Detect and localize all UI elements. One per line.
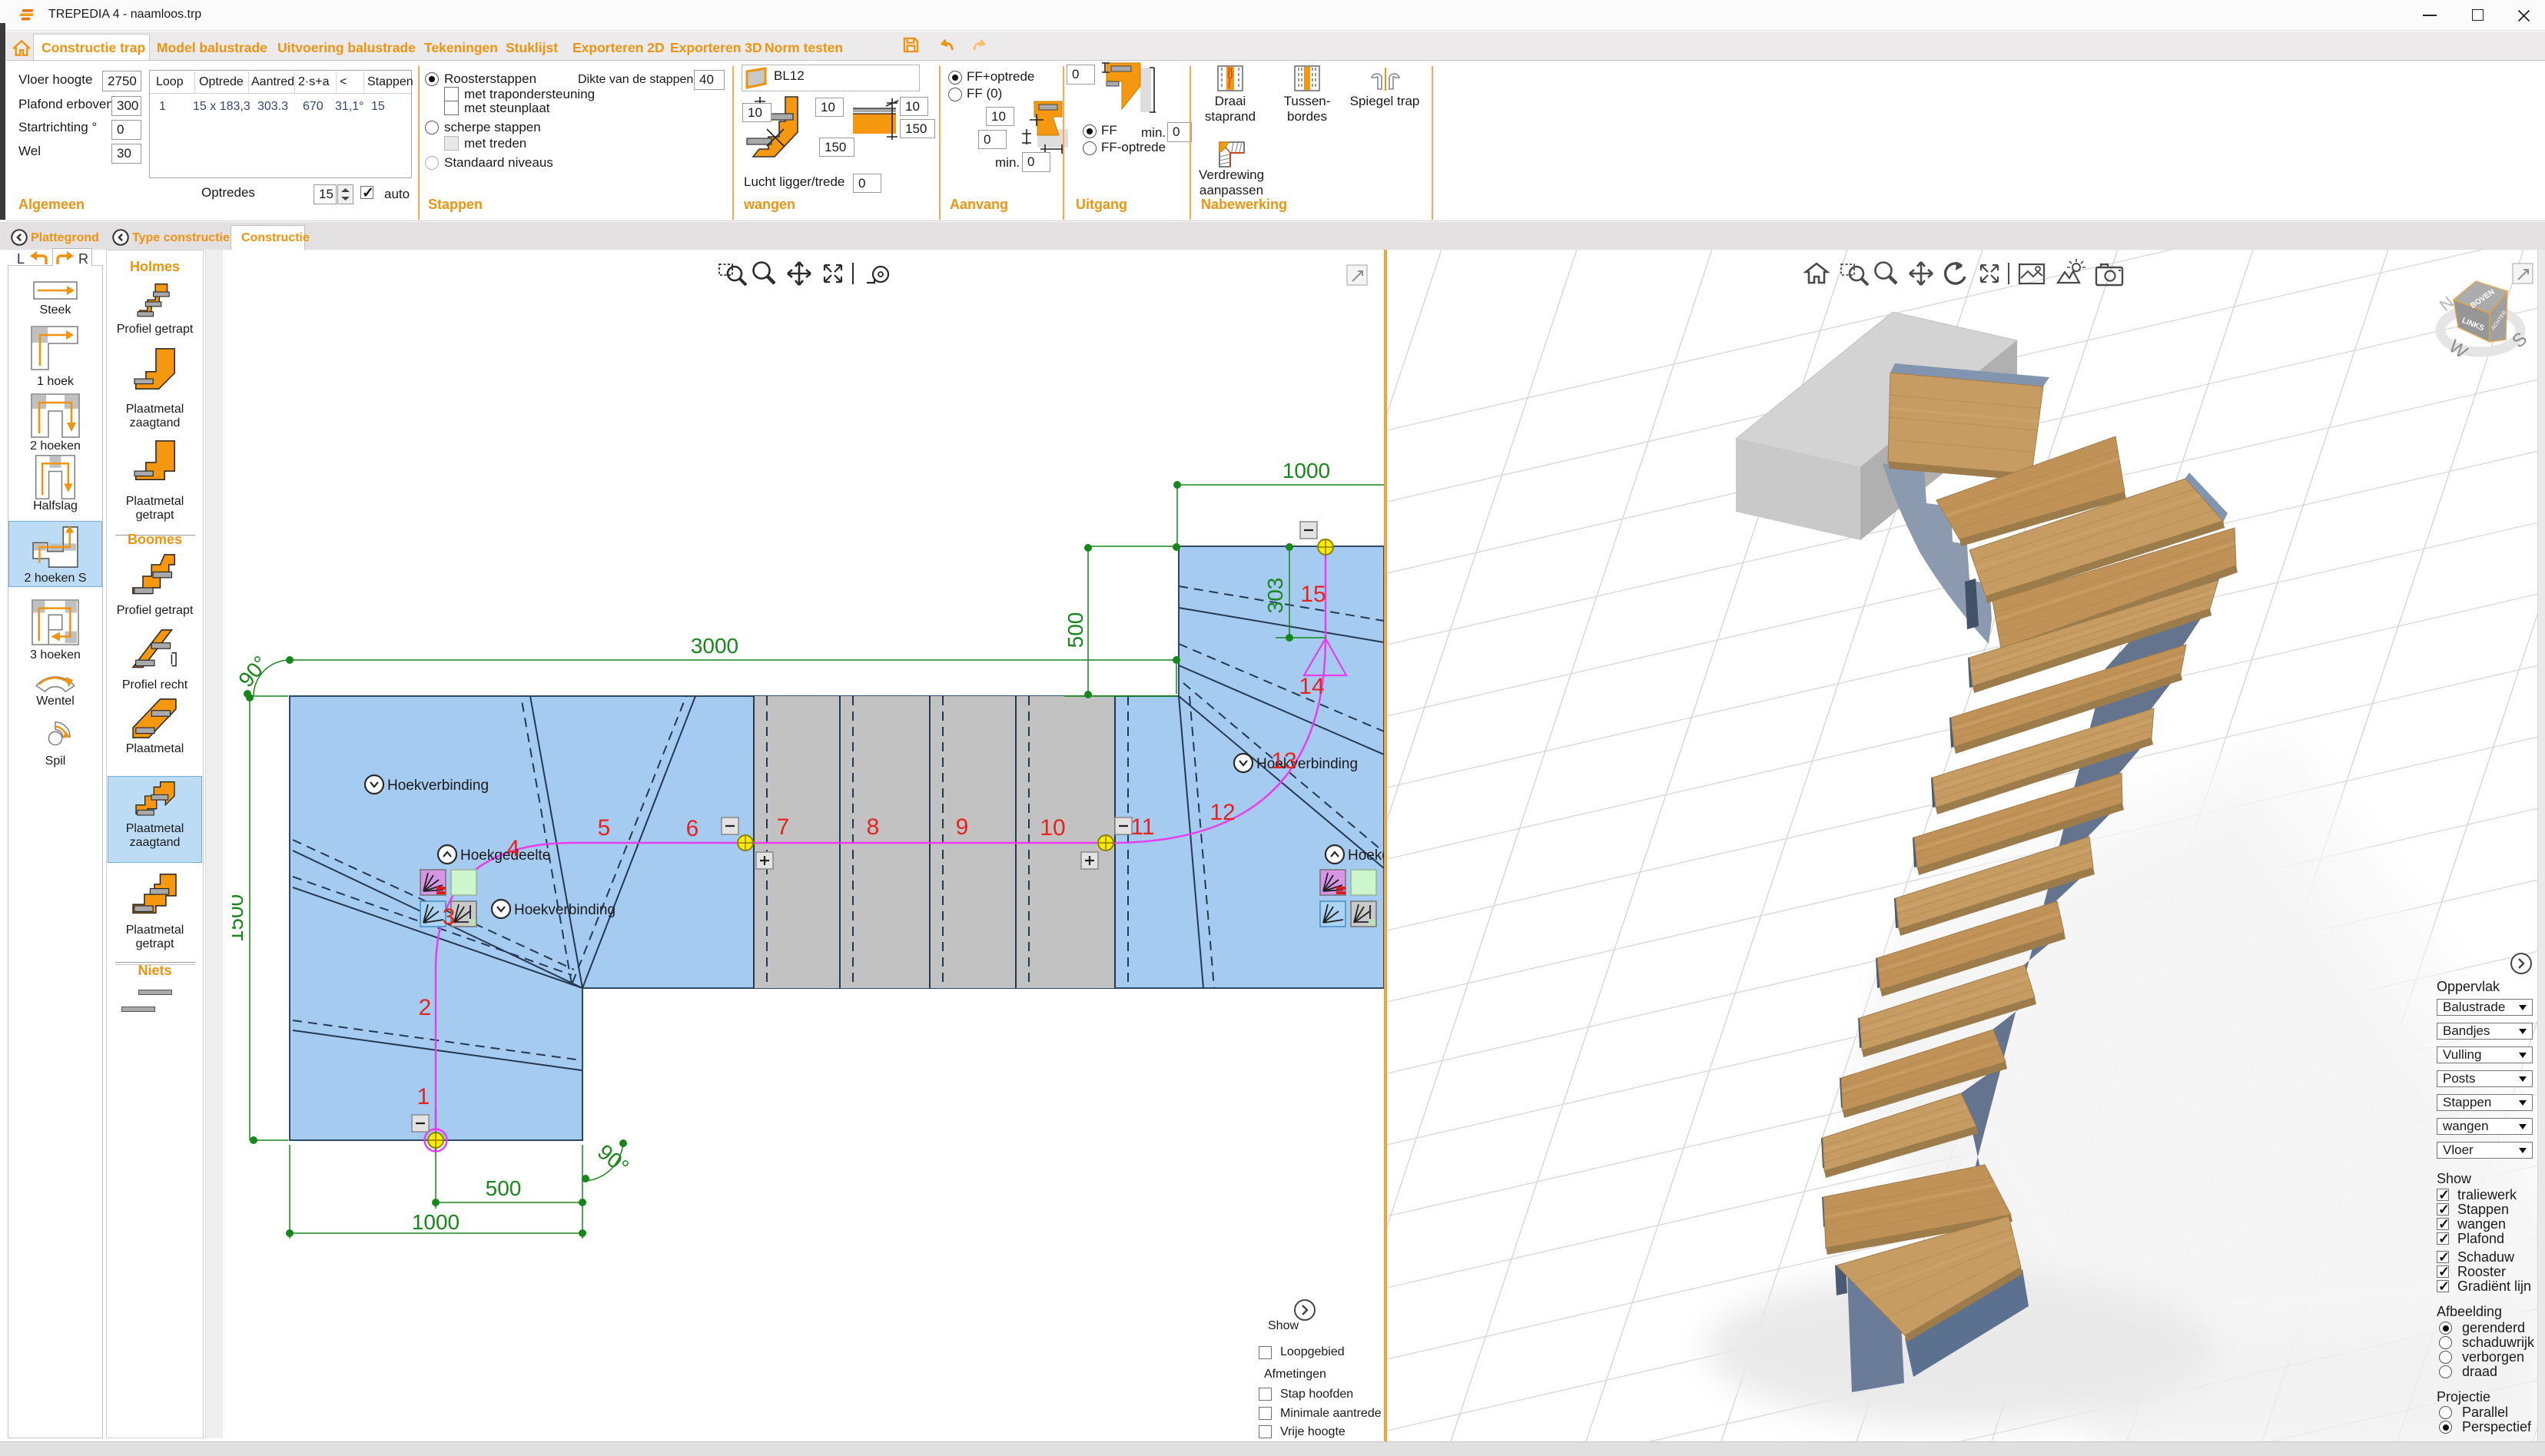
svg-text:10: 10	[1040, 815, 1065, 841]
svg-text:12: 12	[1209, 800, 1235, 825]
svg-text:14: 14	[1299, 674, 1324, 699]
svg-text:5: 5	[598, 815, 611, 841]
svg-text:4: 4	[507, 836, 520, 861]
svg-text:2: 2	[419, 995, 432, 1020]
svg-text:Hoekgedeelte: Hoekgedeelte	[460, 847, 550, 864]
svg-text:3: 3	[443, 904, 456, 930]
svg-text:3000: 3000	[691, 634, 738, 658]
svg-text:15: 15	[1300, 582, 1326, 607]
svg-text:11: 11	[1130, 814, 1154, 840]
svg-text:90°: 90°	[234, 652, 273, 692]
svg-text:Hoekverbinding: Hoekverbinding	[387, 778, 489, 794]
svg-text:8: 8	[867, 814, 880, 840]
svg-text:1000: 1000	[412, 1210, 460, 1234]
svg-text:1: 1	[417, 1084, 430, 1109]
svg-text:90°: 90°	[593, 1139, 633, 1179]
svg-text:Hoekg: Hoekg	[1348, 847, 1384, 864]
svg-text:1500: 1500	[232, 894, 247, 942]
svg-text:1000: 1000	[1282, 459, 1330, 483]
svg-text:303: 303	[1263, 578, 1287, 614]
svg-text:9: 9	[956, 814, 969, 840]
svg-text:7: 7	[777, 814, 790, 840]
svg-text:500: 500	[486, 1176, 522, 1200]
svg-text:6: 6	[686, 816, 699, 841]
svg-text:500: 500	[1063, 612, 1087, 648]
svg-text:Hoekverbinding: Hoekverbinding	[514, 902, 616, 918]
svg-text:13: 13	[1271, 748, 1296, 774]
